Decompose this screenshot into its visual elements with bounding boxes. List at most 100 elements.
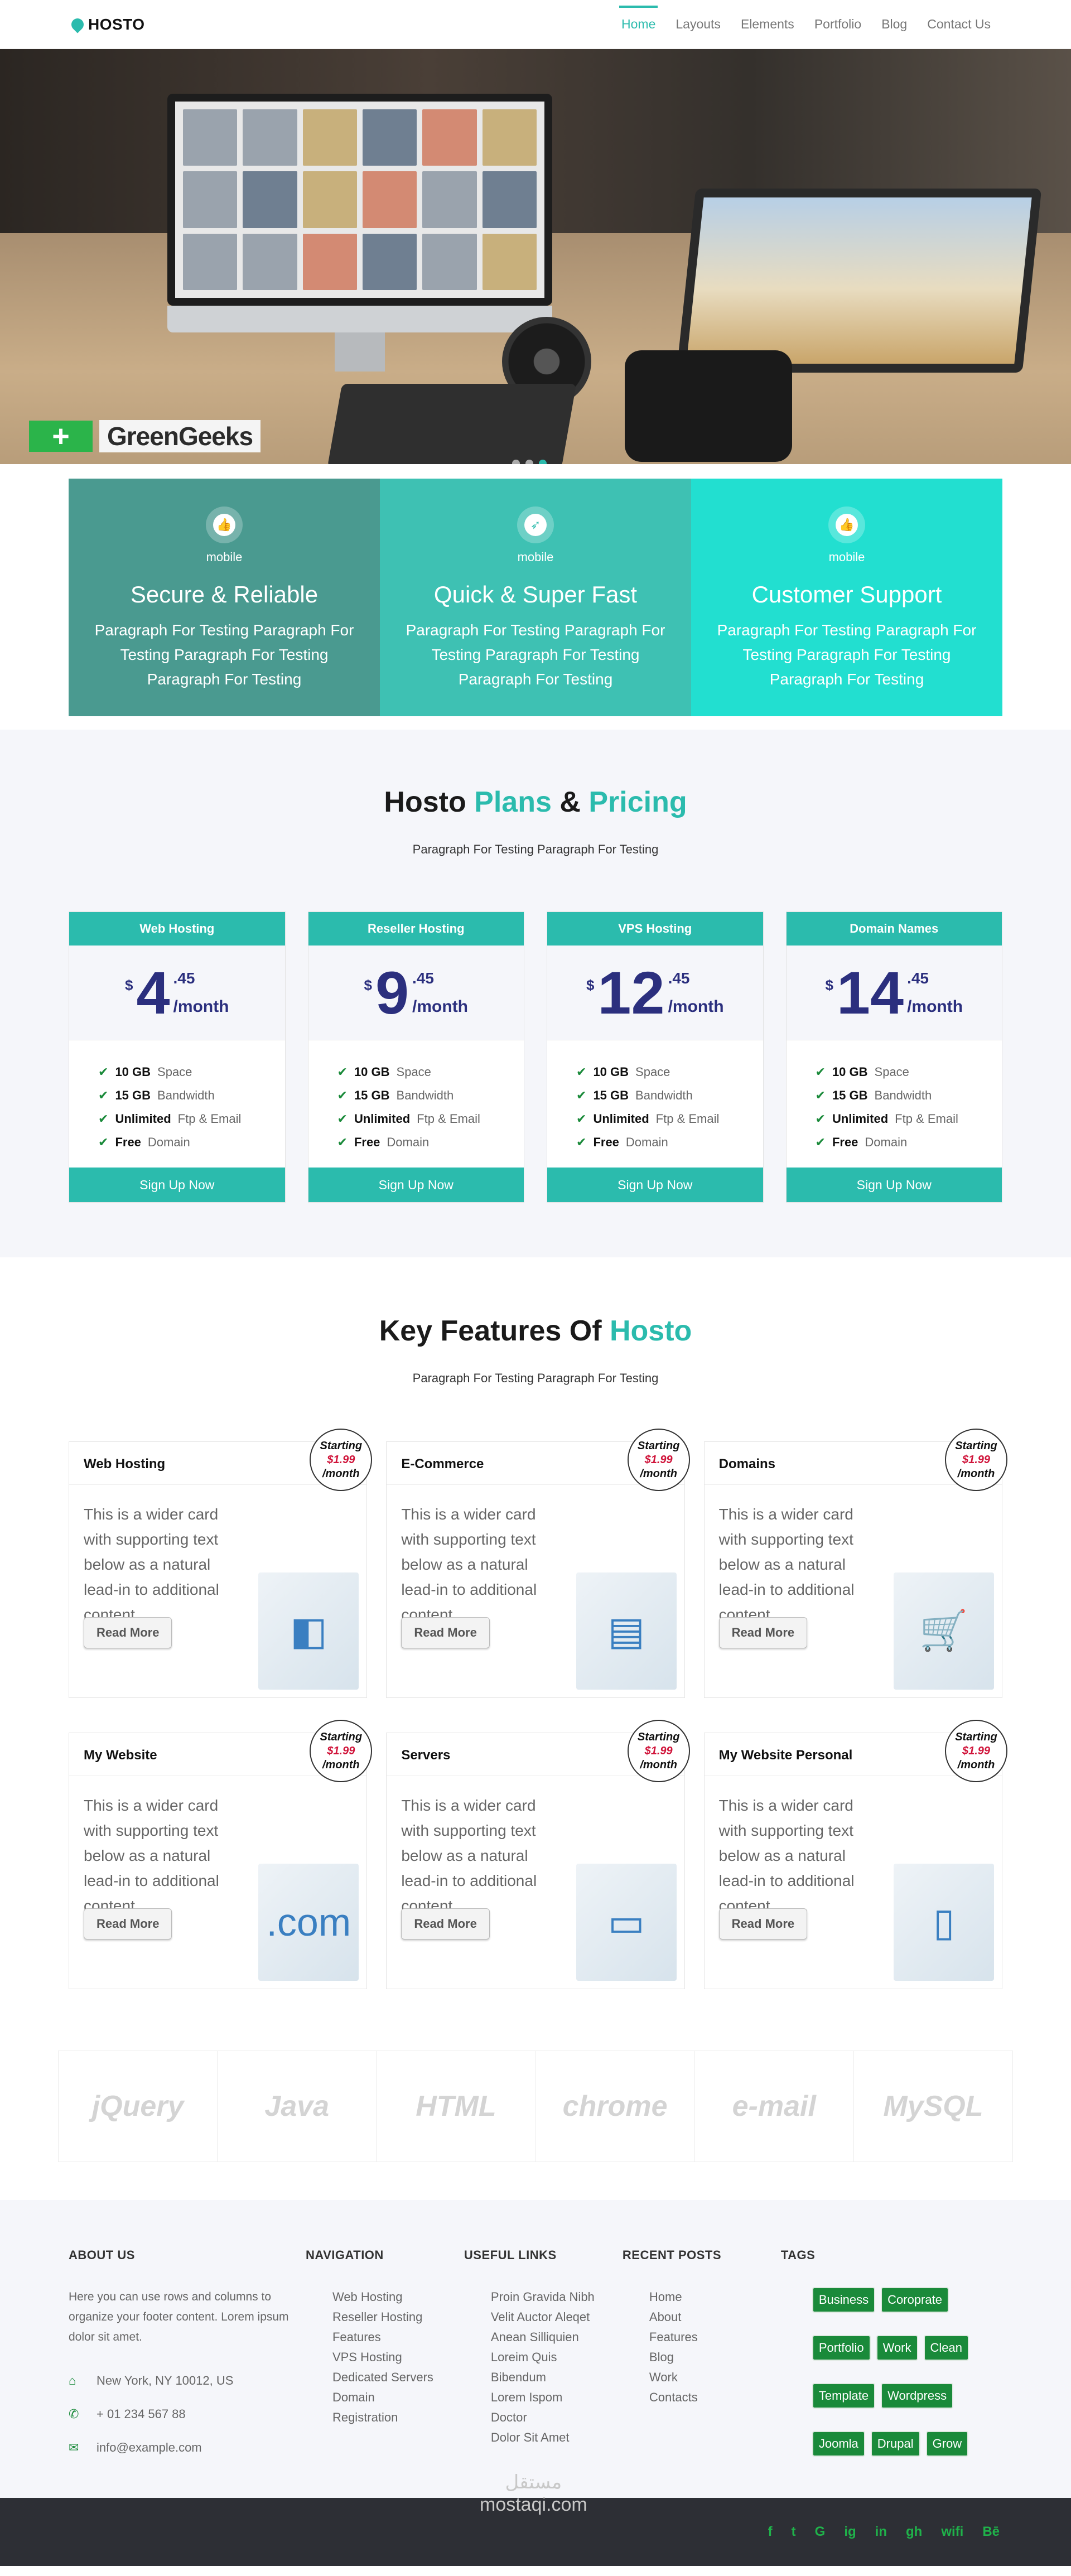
read-more-button[interactable]: Read More <box>718 1617 808 1648</box>
plan-price: $14 .45/month <box>786 946 1002 1040</box>
plan-name: Reseller Hosting <box>308 912 524 946</box>
tag-joomla[interactable]: Joomla <box>812 2431 865 2457</box>
java-logo: Java <box>218 2051 377 2162</box>
github-icon[interactable]: gh <box>906 2524 922 2540</box>
plan-feature: ✔ Unlimited Ftp & Email <box>98 1112 242 1126</box>
footer-email: ✉ info@example.com <box>69 2440 202 2454</box>
facebook-icon[interactable]: f <box>768 2524 773 2540</box>
footer-link[interactable]: Dolor Sit Amet <box>491 2428 623 2448</box>
plan-features: ✔ 10 GB Space ✔ 15 GB Bandwidth ✔ Unlimited… <box>308 1040 524 1168</box>
tag-business[interactable]: Business <box>812 2287 876 2313</box>
nav-link-contact[interactable]: Contact Us <box>925 0 993 49</box>
server-rack-image-icon: ▤ <box>576 1572 677 1690</box>
feature-title: Customer Support <box>751 581 942 607</box>
footer-link[interactable]: Domain <box>332 2387 464 2408</box>
pricing-card-web-hosting: Web Hosting $4 .45/month ✔ 10 GB Space ✔ 1… <box>69 911 286 1203</box>
tag-clean[interactable]: Clean <box>923 2335 969 2361</box>
footer-recent-posts: RECENT POSTS Home About Features Blog Wo… <box>623 2248 781 2464</box>
footer-link[interactable]: Loreim Quis <box>491 2347 623 2367</box>
envelope-icon: ✉ <box>69 2440 79 2454</box>
instagram-icon[interactable]: ig <box>844 2524 856 2540</box>
devices-image-icon: ▭ <box>576 1864 677 1981</box>
feature-text: Paragraph For Testing Paragraph For Test… <box>717 621 977 688</box>
tag-portfolio[interactable]: Portfolio <box>812 2335 871 2361</box>
chrome-logo: chrome <box>536 2051 695 2162</box>
plan-feature: ✔ 10 GB Space <box>337 1065 431 1079</box>
check-icon: ✔ <box>98 1065 109 1079</box>
tag-wordpress[interactable]: Wordpress <box>881 2383 954 2409</box>
wifi-icon[interactable]: wifi <box>941 2524 963 2540</box>
sign-up-button[interactable]: Sign Up Now <box>547 1168 763 1202</box>
read-more-button[interactable]: Read More <box>718 1908 808 1940</box>
plan-features: ✔ 10 GB Space ✔ 15 GB Bandwidth ✔ Unlimited… <box>787 1040 1002 1168</box>
mysql-logo: MySQL <box>883 2090 983 2122</box>
plan-features: ✔ 10 GB Space ✔ 15 GB Bandwidth ✔ Unlimited… <box>69 1040 285 1168</box>
nav-link-layouts[interactable]: Layouts <box>673 0 723 49</box>
brand-logo[interactable]: HOSTO <box>69 15 145 33</box>
plan-name: Web Hosting <box>69 912 285 946</box>
tag-template[interactable]: Template <box>812 2383 876 2409</box>
footer-link[interactable]: Dedicated Servers <box>332 2367 464 2387</box>
read-more-button[interactable]: Read More <box>84 1908 172 1940</box>
footer-link[interactable]: Web Hosting <box>332 2287 464 2307</box>
footer-link[interactable]: Proin Gravida Nibh <box>491 2287 623 2307</box>
tag-coroprate[interactable]: Coroprate <box>881 2287 949 2313</box>
sign-up-button[interactable]: Sign Up Now <box>308 1168 524 1202</box>
footer-link[interactable]: VPS Hosting <box>332 2347 464 2367</box>
plan-feature: ✔ 10 GB Space <box>815 1065 909 1079</box>
sign-up-button[interactable]: Sign Up Now <box>786 1168 1002 1202</box>
behance-icon[interactable]: Bē <box>982 2524 1000 2540</box>
greengeeks-text: GreenGeeks <box>99 420 261 452</box>
tag-grow[interactable]: Grow <box>925 2431 969 2457</box>
footer-link[interactable]: Blog <box>649 2347 781 2367</box>
read-more-button[interactable]: Read More <box>84 1617 172 1648</box>
footer-address: ⌂ New York, NY 10012, US <box>69 2374 234 2387</box>
footer: ABOUT US Here you can use rows and colum… <box>0 2200 1071 2498</box>
brand-name: HOSTO <box>88 15 145 33</box>
footer-link[interactable]: About <box>649 2307 781 2327</box>
pricing-grid: Web Hosting $4 .45/month ✔ 10 GB Space ✔ 1… <box>69 911 1002 1203</box>
sign-up-button[interactable]: Sign Up Now <box>69 1168 285 1202</box>
pricing-card-reseller-hosting: Reseller Hosting $9 .45/month ✔ 10 GB Spa… <box>307 911 524 1203</box>
plan-feature: ✔ Free Domain <box>98 1135 190 1149</box>
footer-link[interactable]: Velit Auctor Aleqet <box>491 2307 623 2327</box>
footer-link[interactable]: Anean Silliquien <box>491 2327 623 2347</box>
read-more-button[interactable]: Read More <box>401 1908 490 1940</box>
footer-link[interactable]: Features <box>332 2327 464 2347</box>
footer-link[interactable]: Bibendum <box>491 2367 623 2387</box>
footer-link[interactable]: Features <box>649 2327 781 2347</box>
hero-monitor-image <box>167 94 552 306</box>
footer-link[interactable]: Registration <box>332 2408 464 2428</box>
nav-link-portfolio[interactable]: Portfolio <box>812 0 863 49</box>
nav-link-home[interactable]: Home <box>619 0 658 49</box>
footer-link[interactable]: Reseller Hosting <box>332 2307 464 2327</box>
nav-link-blog[interactable]: Blog <box>879 0 909 49</box>
nav-link-elements[interactable]: Elements <box>739 0 797 49</box>
carousel-dot-3[interactable] <box>539 460 547 464</box>
footer-link[interactable]: Home <box>649 2287 781 2307</box>
carousel-dot-2[interactable] <box>525 460 533 464</box>
plan-feature: ✔ Unlimited Ftp & Email <box>815 1112 958 1126</box>
plan-feature: ✔ 15 GB Bandwidth <box>815 1088 932 1102</box>
footer-link[interactable]: Lorem Ispom <box>491 2387 623 2408</box>
tech-logos: jQuery Java HTML chrome e-mail MySQL <box>58 2051 1013 2162</box>
feature-sub: mobile <box>206 550 243 564</box>
price-badge: Starting $1.99/month <box>310 1720 373 1782</box>
plan-price: $12 .45/month <box>547 946 763 1040</box>
key-features-subtitle: Paragraph For Testing Paragraph For Test… <box>412 1371 659 1385</box>
twitter-icon[interactable]: t <box>792 2524 796 2540</box>
footer-link[interactable]: Doctor <box>491 2408 623 2428</box>
tag-drupal[interactable]: Drupal <box>870 2431 920 2457</box>
linkedin-icon[interactable]: in <box>875 2524 887 2540</box>
footer-link[interactable]: Contacts <box>649 2387 781 2408</box>
feature-title: Secure & Reliable <box>130 581 319 607</box>
read-more-button[interactable]: Read More <box>401 1617 490 1648</box>
check-icon: ✔ <box>98 1112 109 1126</box>
feature-card-e-commerce: E-Commerce Starting $1.99/month This is a… <box>386 1429 690 1698</box>
tag-work[interactable]: Work <box>876 2335 918 2361</box>
google-icon[interactable]: G <box>815 2524 826 2540</box>
greengeeks-plus-icon: + <box>29 421 93 452</box>
carousel-dot-1[interactable] <box>512 460 520 464</box>
feature-card-domains: Domains Starting $1.99/month This is a wi… <box>703 1429 1007 1698</box>
footer-link[interactable]: Work <box>649 2367 781 2387</box>
